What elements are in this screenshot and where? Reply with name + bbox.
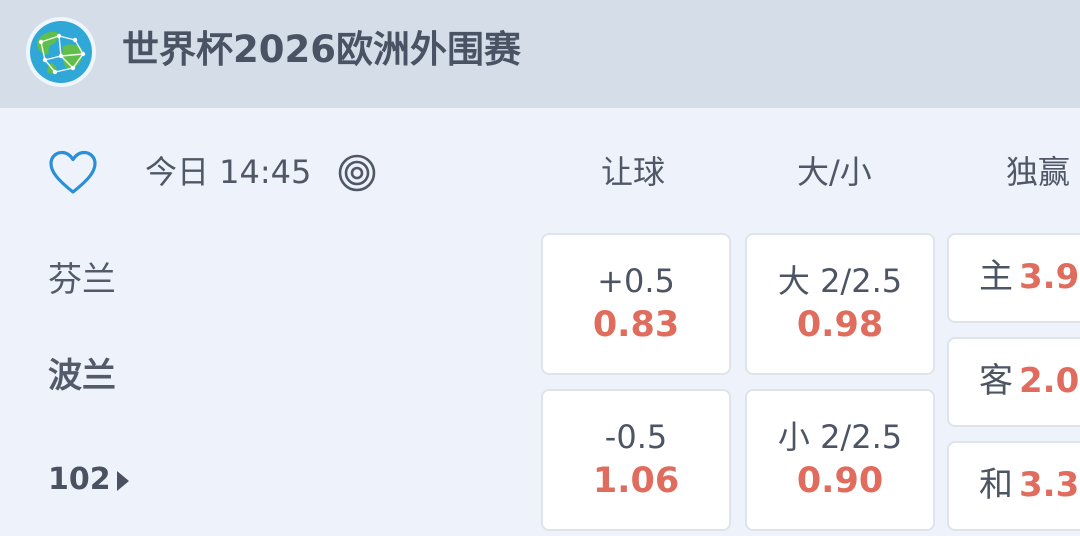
globe-logo-icon	[25, 16, 97, 88]
league-header[interactable]: 世界杯2026欧洲外围赛	[0, 0, 1080, 108]
heart-outline-icon[interactable]	[48, 150, 98, 196]
match-time: 今日 14:45	[145, 153, 312, 191]
column-header-winner: 独赢	[1006, 153, 1071, 191]
winner-home-label: 主	[979, 257, 1013, 297]
winner-away-odds: 2.0	[1019, 361, 1080, 401]
over-line: 大 2/2.5	[777, 262, 903, 300]
handicap-line: +0.5	[597, 262, 675, 300]
home-team: 芬兰	[48, 260, 116, 300]
over-odds: 0.98	[796, 305, 884, 345]
winner-draw-label: 和	[979, 465, 1013, 505]
winner-home-odds: 3.9	[1019, 257, 1080, 297]
handicap-odds: 0.83	[592, 305, 680, 345]
handicap-line: -0.5	[604, 418, 668, 456]
winner-away-cell[interactable]: 客 2.0	[947, 337, 1080, 427]
winner-draw-odds: 3.3	[1019, 465, 1080, 505]
handicap-home-cell[interactable]: +0.5 0.83	[541, 233, 731, 375]
handicap-away-cell[interactable]: -0.5 1.06	[541, 389, 731, 531]
under-odds: 0.90	[796, 461, 884, 501]
column-header-over-under: 大/小	[797, 153, 872, 191]
league-title: 世界杯2026欧洲外围赛	[122, 28, 521, 71]
winner-away-label: 客	[979, 361, 1013, 401]
target-icon[interactable]	[338, 154, 376, 192]
more-markets-button[interactable]: 102	[48, 458, 129, 502]
caret-right-icon	[116, 471, 129, 491]
under-line: 小 2/2.5	[777, 418, 903, 456]
more-markets-count: 102	[48, 462, 111, 497]
winner-home-cell[interactable]: 主 3.9	[947, 233, 1080, 323]
column-header-handicap: 让球	[601, 153, 666, 191]
winner-draw-cell[interactable]: 和 3.3	[947, 441, 1080, 531]
under-cell[interactable]: 小 2/2.5 0.90	[745, 389, 935, 531]
handicap-odds: 1.06	[592, 461, 680, 501]
away-team: 波兰	[48, 356, 116, 396]
over-cell[interactable]: 大 2/2.5 0.98	[745, 233, 935, 375]
